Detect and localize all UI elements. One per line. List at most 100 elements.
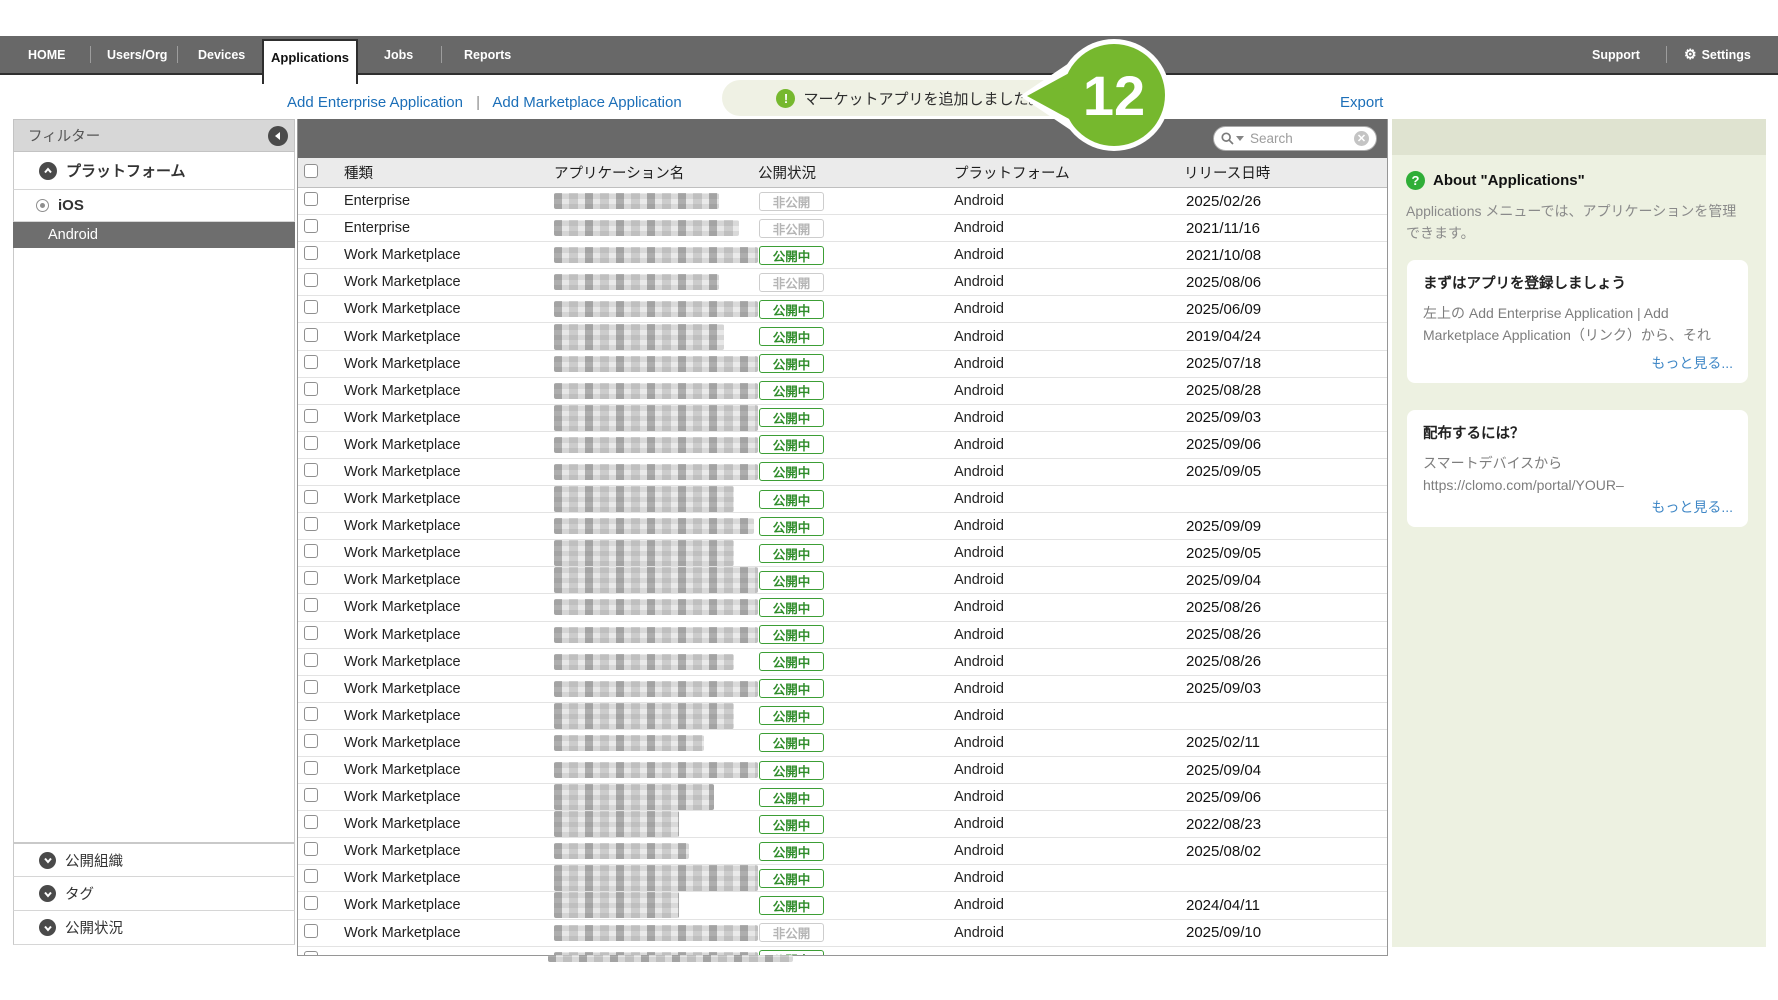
row-checkbox[interactable]: [304, 625, 318, 640]
table-row[interactable]: Work Marketplace 公開中 Android 2025/09/05: [298, 458, 1387, 487]
row-checkbox[interactable]: [304, 869, 318, 884]
column-header-platform[interactable]: プラットフォーム: [954, 162, 1184, 183]
table-row[interactable]: Work Marketplace 公開中 Android 2021/10/08: [298, 242, 1387, 270]
row-checkbox[interactable]: [304, 761, 318, 776]
row-checkbox[interactable]: [304, 327, 318, 342]
column-header-type[interactable]: 種類: [344, 162, 549, 183]
filter-option-android-selected[interactable]: Android: [13, 222, 295, 248]
tab-home[interactable]: HOME: [28, 36, 66, 73]
platform-cell: Android: [954, 843, 1004, 860]
row-checkbox[interactable]: [304, 896, 318, 911]
row-checkbox[interactable]: [304, 733, 318, 748]
table-row[interactable]: Work Marketplace 公開中 Android 2025/08/02: [298, 838, 1387, 866]
filter-section-org[interactable]: 公開組織: [13, 843, 295, 877]
tab-reports[interactable]: Reports: [464, 36, 511, 73]
row-checkbox[interactable]: [304, 490, 318, 505]
checkbox-cell: [298, 517, 344, 535]
row-checkbox[interactable]: [304, 842, 318, 857]
row-checkbox[interactable]: [304, 598, 318, 613]
table-row[interactable]: Work Marketplace 公開中 Android 2025/08/26: [298, 648, 1387, 676]
row-checkbox[interactable]: [304, 815, 318, 830]
table-row[interactable]: Work Marketplace 公開中 Android 2025/08/26: [298, 621, 1387, 649]
table-row[interactable]: Work Marketplace 公開中 Android 2025/09/03: [298, 404, 1387, 432]
table-toolbar: ✕: [298, 119, 1387, 158]
table-row[interactable]: Work Marketplace 公開中 Android 2025/07/18: [298, 350, 1387, 378]
row-checkbox[interactable]: [304, 435, 318, 450]
row-checkbox[interactable]: [304, 517, 318, 532]
table-row[interactable]: Enterprise 非公開 Android 2021/11/16: [298, 215, 1387, 243]
table-row[interactable]: Work Marketplace 公開中 Android 2025/06/09: [298, 296, 1387, 324]
filter-section-tag[interactable]: タグ: [13, 877, 295, 911]
column-header-app-name[interactable]: アプリケーション名: [549, 162, 758, 183]
platform-cell: Android: [954, 572, 1004, 589]
table-row[interactable]: Work Marketplace 公開中 Android 2025/09/04: [298, 756, 1387, 785]
status-badge: 公開中: [759, 597, 824, 617]
table-row[interactable]: Work Marketplace 公開中 Android 2025/09/06: [298, 431, 1387, 459]
row-checkbox[interactable]: [304, 706, 318, 721]
tab-users-org[interactable]: Users/Org: [107, 36, 167, 73]
column-header-release-date[interactable]: リリース日時: [1184, 162, 1387, 183]
row-checkbox[interactable]: [304, 679, 318, 694]
table-row[interactable]: Work Marketplace 公開中 Android 2024/04/11: [298, 892, 1387, 920]
row-checkbox[interactable]: [304, 544, 318, 559]
table-row[interactable]: Work Marketplace 公開中 Android 2025/09/05: [298, 540, 1387, 568]
status-badge: 公開中: [759, 841, 824, 861]
row-checkbox[interactable]: [304, 354, 318, 369]
search-icon: [1221, 132, 1234, 145]
search-scope-caret-icon[interactable]: [1236, 136, 1244, 141]
filter-section-status[interactable]: 公開状況: [13, 911, 295, 945]
app-name-redacted: [554, 680, 758, 697]
table-row[interactable]: Work Marketplace 非公開 Android 2025/09/10: [298, 919, 1387, 947]
see-more-link[interactable]: もっと見る...: [1651, 497, 1733, 517]
table-row[interactable]: Work Marketplace 公開中 Android 2025/09/03: [298, 675, 1387, 703]
collapse-sidebar-button[interactable]: [268, 125, 288, 146]
nav-support-link[interactable]: Support: [1592, 36, 1640, 73]
table-row[interactable]: Work Marketplace 公開中 Android 2025/09/04: [298, 567, 1387, 595]
tab-devices[interactable]: Devices: [198, 36, 245, 73]
exclamation-icon: !: [776, 88, 796, 108]
row-checkbox[interactable]: [304, 408, 318, 423]
filter-section-platform[interactable]: プラットフォーム: [13, 152, 295, 190]
add-enterprise-application-link[interactable]: Add Enterprise Application: [287, 94, 463, 111]
table-row[interactable]: Work Marketplace 公開中 Android 2025/09/09: [298, 513, 1387, 541]
table-row[interactable]: Work Marketplace 公開中 Android: [298, 702, 1387, 730]
table-row[interactable]: Enterprise 非公開 Android 2025/02/26: [298, 188, 1387, 216]
table-row[interactable]: Work Marketplace 公開中 Android 2022/08/23: [298, 811, 1387, 839]
tab-applications-active[interactable]: Applications: [262, 39, 358, 84]
row-checkbox[interactable]: [304, 571, 318, 586]
nav-settings-link[interactable]: ⚙ Settings: [1684, 36, 1751, 73]
table-row[interactable]: Work Marketplace 公開中 Android: [298, 865, 1387, 893]
table-row[interactable]: Work Marketplace 公開中 Android 2019/04/24: [298, 323, 1387, 351]
table-row[interactable]: Work Marketplace 公開中 Android 2025/02/11: [298, 729, 1387, 757]
row-checkbox[interactable]: [304, 192, 318, 207]
row-checkbox[interactable]: [304, 246, 318, 261]
app-name-redacted: [554, 626, 758, 643]
table-row[interactable]: Work Marketplace 公開中 Android 2025/08/26: [298, 594, 1387, 622]
table-row[interactable]: Work Marketplace 公開中 Android 2025/08/28: [298, 377, 1387, 405]
tab-jobs[interactable]: Jobs: [384, 36, 413, 73]
row-checkbox[interactable]: [304, 950, 318, 955]
table-row[interactable]: Work Marketplace 公開中 Android: [298, 486, 1387, 514]
platform-cell: Android: [954, 301, 1004, 318]
export-link[interactable]: Export: [1340, 94, 1383, 111]
row-checkbox[interactable]: [304, 219, 318, 234]
row-checkbox[interactable]: [304, 300, 318, 315]
filter-option-ios[interactable]: iOS: [13, 190, 295, 222]
see-more-link[interactable]: もっと見る...: [1651, 353, 1733, 373]
row-checkbox[interactable]: [304, 652, 318, 667]
row-checkbox[interactable]: [304, 923, 318, 938]
row-checkbox[interactable]: [304, 273, 318, 288]
table-row[interactable]: Work Marketplace 公開中 Android 2025/09/06: [298, 784, 1387, 812]
select-all-checkbox[interactable]: [304, 163, 318, 178]
table-row[interactable]: Work Marketplace 非公開 Android 2025/08/06: [298, 269, 1387, 297]
row-checkbox[interactable]: [304, 788, 318, 803]
app-type-cell: Work Marketplace: [344, 707, 461, 724]
table-row[interactable]: 公開中: [298, 946, 1387, 955]
add-marketplace-application-link[interactable]: Add Marketplace Application: [492, 94, 681, 111]
row-checkbox[interactable]: [304, 381, 318, 396]
app-name-redacted: [554, 734, 704, 751]
column-header-status[interactable]: 公開状況: [758, 162, 954, 183]
search-input[interactable]: [1248, 130, 1344, 147]
clear-search-icon[interactable]: ✕: [1354, 131, 1369, 146]
row-checkbox[interactable]: [304, 462, 318, 477]
